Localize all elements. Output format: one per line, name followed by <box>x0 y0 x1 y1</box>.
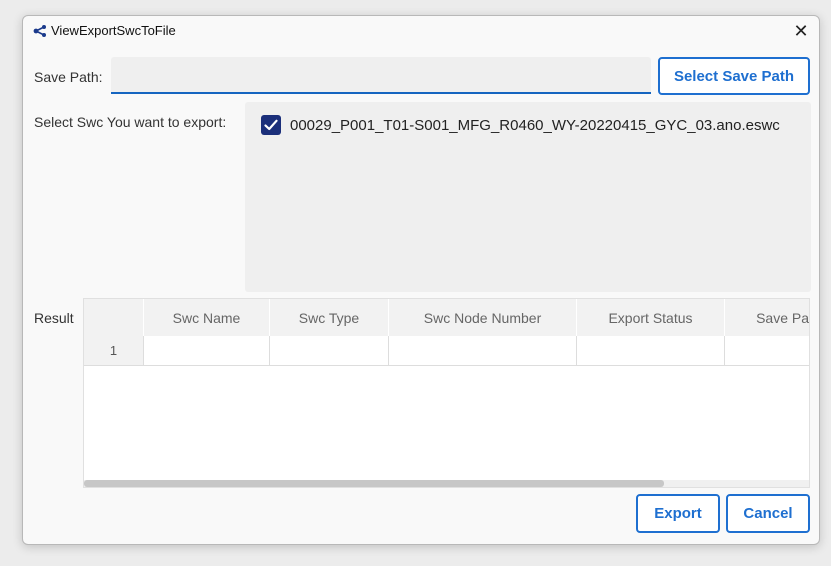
table-header: Swc Name Swc Type Swc Node Number Export… <box>84 299 809 336</box>
table-cell[interactable] <box>388 336 576 365</box>
swc-item-label: 00029_P001_T01-S001_MFG_R0460_WY-2022041… <box>290 116 780 134</box>
window-title: ViewExportSwcToFile <box>51 23 176 38</box>
save-path-label: Save Path: <box>34 69 103 85</box>
row-number: 1 <box>84 336 143 365</box>
table-cell[interactable] <box>576 336 724 365</box>
swc-list: 00029_P001_T01-S001_MFG_R0460_WY-2022041… <box>245 102 811 292</box>
select-swc-label: Select Swc You want to export: <box>34 114 227 130</box>
export-button[interactable]: Export <box>636 494 720 533</box>
table-cell[interactable] <box>724 336 809 365</box>
swc-checkbox[interactable] <box>261 115 281 135</box>
close-icon[interactable]: ✕ <box>791 22 811 42</box>
list-item[interactable]: 00029_P001_T01-S001_MFG_R0460_WY-2022041… <box>261 115 780 135</box>
scrollbar-thumb[interactable] <box>84 480 664 487</box>
result-table: Swc Name Swc Type Swc Node Number Export… <box>83 298 810 488</box>
result-label: Result <box>34 310 74 326</box>
column-header[interactable]: Swc Type <box>269 299 388 336</box>
export-swc-dialog: ViewExportSwcToFile ✕ Save Path: Select … <box>22 15 820 545</box>
save-path-input[interactable] <box>111 57 651 94</box>
select-save-path-button[interactable]: Select Save Path <box>658 57 810 95</box>
column-header[interactable]: Export Status <box>576 299 724 336</box>
column-header[interactable]: Swc Node Number <box>388 299 576 336</box>
table-row[interactable]: 1 <box>84 336 809 366</box>
checkmark-icon <box>264 119 278 131</box>
header-corner <box>84 299 143 336</box>
table-cell[interactable] <box>143 336 269 365</box>
horizontal-scrollbar[interactable] <box>84 480 809 487</box>
cancel-button[interactable]: Cancel <box>726 494 810 533</box>
share-nodes-icon <box>32 24 48 37</box>
title-bar: ViewExportSwcToFile ✕ <box>23 16 819 48</box>
column-header[interactable]: Swc Name <box>143 299 269 336</box>
table-cell[interactable] <box>269 336 388 365</box>
column-header[interactable]: Save Pat <box>724 299 809 336</box>
